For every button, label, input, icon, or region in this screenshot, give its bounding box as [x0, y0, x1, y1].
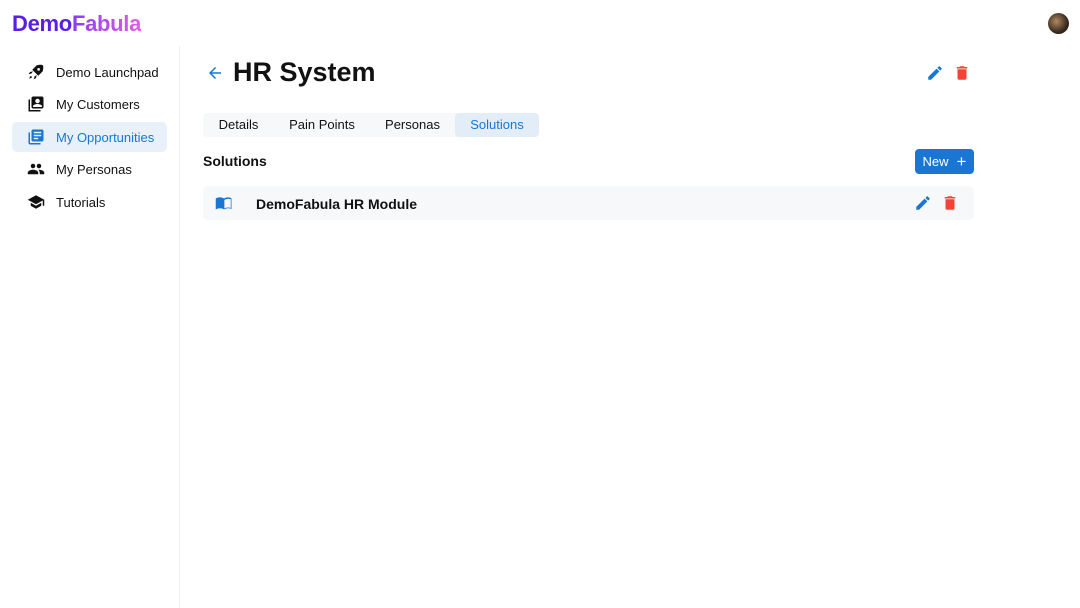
section-title: Solutions: [203, 153, 267, 169]
solution-name: DemoFabula HR Module: [256, 196, 418, 212]
page-title: HR System: [233, 57, 376, 87]
sidebar: Demo Launchpad My Customers My Opportuni…: [0, 46, 180, 608]
delete-icon[interactable]: [941, 194, 959, 212]
sidebar-item-demo-launchpad[interactable]: Demo Launchpad: [12, 57, 167, 87]
tab-solutions[interactable]: Solutions: [455, 113, 539, 137]
plus-icon: +: [956, 152, 967, 171]
menu-book-icon: [215, 197, 232, 210]
library-books-icon: [28, 129, 44, 145]
new-button[interactable]: New +: [915, 149, 974, 174]
school-icon: [27, 195, 45, 209]
delete-icon[interactable]: [953, 64, 971, 82]
avatar[interactable]: [1048, 13, 1069, 34]
rocket-icon: [28, 64, 44, 80]
tab-personas[interactable]: Personas: [370, 113, 455, 137]
edit-icon[interactable]: [926, 64, 944, 82]
back-arrow-icon[interactable]: [206, 64, 224, 82]
edit-icon[interactable]: [914, 194, 932, 212]
sidebar-item-tutorials[interactable]: Tutorials: [12, 187, 167, 217]
tab-bar: Details Pain Points Personas Solutions: [203, 113, 539, 137]
logo[interactable]: DemoFabula: [12, 11, 141, 37]
contacts-icon: [28, 96, 44, 112]
sidebar-item-my-personas[interactable]: My Personas: [12, 154, 167, 184]
sidebar-item-my-opportunities[interactable]: My Opportunities: [12, 122, 167, 152]
tab-pain-points[interactable]: Pain Points: [274, 113, 370, 137]
sidebar-item-my-customers[interactable]: My Customers: [12, 89, 167, 119]
tab-details[interactable]: Details: [203, 113, 274, 137]
list-item[interactable]: DemoFabula HR Module: [203, 186, 974, 220]
people-icon: [27, 163, 45, 175]
